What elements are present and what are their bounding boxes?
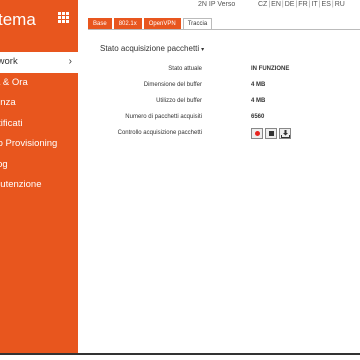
buffer-usage-value: 4 MB bbox=[251, 98, 266, 104]
sidebar-item-label: twork bbox=[0, 56, 18, 67]
sidebar-item-date-time[interactable]: a & Ora bbox=[0, 73, 78, 94]
download-button[interactable] bbox=[279, 128, 291, 139]
record-icon bbox=[255, 131, 260, 136]
sidebar-menu: twork › a & Ora enza rtificati to Provis… bbox=[0, 52, 78, 196]
sidebar-item-syslog[interactable]: log bbox=[0, 155, 78, 176]
record-button[interactable] bbox=[251, 128, 263, 139]
lang-en[interactable]: EN bbox=[271, 1, 281, 8]
sidebar-header: tema bbox=[0, 0, 78, 40]
packet-count-row: Numero di pacchetti acquisiti 6560 bbox=[88, 112, 308, 124]
chevron-right-icon: › bbox=[68, 56, 72, 67]
section-title-label: Stato acquisizione pacchetti bbox=[100, 44, 200, 53]
chevron-down-icon: ▾ bbox=[201, 47, 205, 53]
lang-ru[interactable]: RU bbox=[335, 1, 345, 8]
topbar: 2N IP Verso CZ|EN|DE|FR|IT|ES|RU bbox=[78, 0, 360, 16]
download-icon bbox=[281, 130, 290, 138]
lang-de[interactable]: DE bbox=[285, 1, 295, 8]
section-title[interactable]: Stato acquisizione pacchetti ▾ bbox=[100, 44, 204, 53]
status-row: Stato attuale IN FUNZIONE bbox=[88, 64, 308, 76]
sidebar-title: tema bbox=[0, 10, 36, 29]
sidebar-item-network[interactable]: twork › bbox=[0, 52, 78, 73]
lang-it[interactable]: IT bbox=[311, 1, 317, 8]
buffer-usage-label: Utilizzo del buffer bbox=[156, 98, 202, 104]
capture-control-row: Controllo acquisizione pacchetti bbox=[88, 128, 308, 140]
stop-icon bbox=[269, 131, 274, 136]
sidebar-item-license[interactable]: enza bbox=[0, 93, 78, 114]
sidebar-item-auto-provisioning[interactable]: to Provisioning bbox=[0, 134, 78, 155]
sidebar-item-label: to Provisioning bbox=[0, 138, 58, 149]
capture-controls bbox=[251, 128, 293, 139]
buffer-usage-row: Utilizzo del buffer 4 MB bbox=[88, 96, 308, 108]
buffer-size-row: Dimensione del buffer 4 MB bbox=[88, 80, 308, 92]
buffer-size-value: 4 MB bbox=[251, 82, 266, 88]
packet-count-value: 6560 bbox=[251, 114, 265, 120]
status-value: IN FUNZIONE bbox=[251, 66, 290, 72]
sidebar-item-label: log bbox=[0, 158, 8, 170]
lang-fr[interactable]: FR bbox=[298, 1, 307, 8]
sidebar-item-label: a & Ora bbox=[0, 76, 28, 88]
tab-divider bbox=[88, 29, 360, 30]
sidebar-item-label: rtificati bbox=[0, 117, 23, 129]
stop-button[interactable] bbox=[265, 128, 277, 139]
sidebar-item-label: nutenzione bbox=[0, 179, 42, 190]
packet-count-label: Numero di pacchetti acquisiti bbox=[125, 114, 202, 120]
status-label: Stato attuale bbox=[168, 66, 202, 72]
buffer-size-label: Dimensione del buffer bbox=[143, 82, 202, 88]
grid-icon[interactable] bbox=[58, 12, 69, 23]
sidebar-item-label: enza bbox=[0, 97, 16, 108]
sidebar: tema twork › a & Ora enza rtificati to P… bbox=[0, 0, 78, 353]
lang-cz[interactable]: CZ bbox=[258, 1, 267, 8]
product-name: 2N IP Verso bbox=[198, 1, 236, 8]
lang-es[interactable]: ES bbox=[322, 1, 331, 8]
capture-control-label: Controllo acquisizione pacchetti bbox=[117, 130, 202, 136]
language-selector: CZ|EN|DE|FR|IT|ES|RU bbox=[258, 1, 345, 8]
bottom-divider bbox=[0, 353, 360, 355]
sidebar-item-maintenance[interactable]: nutenzione bbox=[0, 175, 78, 196]
sidebar-item-certificates[interactable]: rtificati bbox=[0, 114, 78, 135]
